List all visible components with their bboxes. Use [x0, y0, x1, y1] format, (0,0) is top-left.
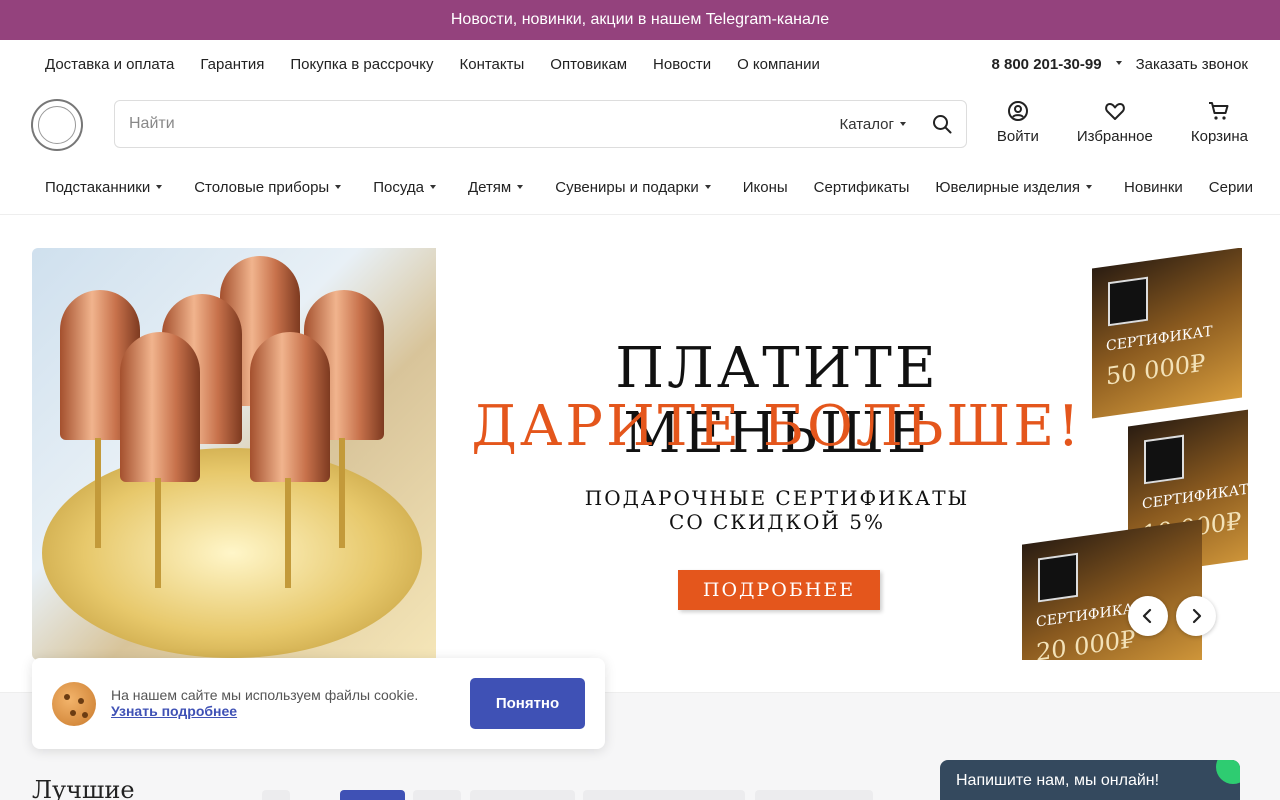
nav-label: Новинки — [1124, 178, 1183, 196]
stem-image — [339, 438, 345, 548]
nav-item-new[interactable]: Новинки — [1124, 179, 1183, 196]
banner-more-button[interactable]: ПОДРОБНЕЕ — [678, 570, 880, 610]
promo-banner[interactable]: ПЛАТИТЕ МЕНЬШЕ ДАРИТЕ БОЛЬШЕ! ПОДАРОЧНЫЕ… — [32, 248, 1248, 660]
login-label: Войти — [996, 128, 1039, 145]
link-contacts[interactable]: Контакты — [459, 56, 524, 73]
stem-image — [95, 438, 101, 548]
telegram-banner-link[interactable]: Новости, новинки, акции в нашем Telegram… — [0, 0, 1280, 40]
header-actions: Войти Избранное Корзина — [997, 100, 1248, 145]
info-links: Доставка и оплата Гарантия Покупка в рас… — [45, 56, 820, 73]
certificate-card: СЕРТИФИКАТ 50 000₽ — [1092, 248, 1242, 419]
section-tab[interactable] — [755, 790, 873, 800]
login-button[interactable]: Войти — [997, 100, 1039, 145]
telegram-banner-text: Новости, новинки, акции в нашем Telegram… — [450, 11, 830, 28]
contact-area: 8 800 201-30-99 Заказать звонок — [991, 56, 1248, 73]
chevron-down-icon — [517, 184, 524, 189]
cookie-notice: На нашем сайте мы используем файлы cooki… — [32, 658, 605, 749]
info-bar: Доставка и оплата Гарантия Покупка в рас… — [0, 40, 1280, 88]
certificate-amount: 20 000₽ — [1036, 624, 1136, 660]
section-tab[interactable] — [470, 790, 575, 800]
cookie-accept-button[interactable]: Понятно — [470, 678, 585, 729]
cart-label: Корзина — [1190, 128, 1248, 145]
section-tab[interactable] — [262, 790, 290, 800]
chevron-down-icon — [1086, 184, 1093, 189]
user-icon — [1007, 101, 1028, 121]
chevron-right-icon — [1192, 608, 1202, 624]
banner-subtitle-1: ПОДАРОЧНЫЕ СЕРТИФИКАТЫ — [584, 486, 970, 510]
nav-item-icons[interactable]: Иконы — [743, 179, 788, 196]
certificate-logo — [1038, 552, 1078, 603]
category-nav: Подстаканники Столовые приборы Посуда Де… — [0, 160, 1280, 215]
chevron-down-icon — [156, 184, 163, 189]
chevron-down-icon — [704, 184, 711, 189]
nav-item-series[interactable]: Серии — [1209, 179, 1253, 196]
cookie-learn-more-link[interactable]: Узнать подробнее — [111, 703, 237, 719]
nav-item-tea-holders[interactable]: Подстаканники — [45, 179, 168, 196]
favorites-label: Избранное — [1076, 128, 1153, 145]
heart-icon — [1104, 103, 1125, 120]
section-tab[interactable] — [413, 790, 461, 800]
nav-label: Детям — [467, 178, 512, 196]
nav-item-kids[interactable]: Детям — [468, 179, 529, 196]
section-tab-active[interactable] — [340, 790, 405, 800]
carousel-prev-button[interactable] — [1128, 596, 1168, 636]
certificate-card: СЕРТИФИКАТ 20 000₽ — [1022, 519, 1202, 660]
nav-label: Столовые приборы — [194, 178, 330, 196]
site-logo[interactable] — [31, 99, 83, 151]
nav-item-souvenirs[interactable]: Сувениры и подарки — [555, 179, 717, 196]
nav-item-tableware[interactable]: Посуда — [373, 179, 442, 196]
nav-label: Иконы — [742, 178, 788, 196]
nav-item-cutlery[interactable]: Столовые приборы — [194, 179, 347, 196]
certificate-amount: 50 000₽ — [1106, 348, 1206, 391]
nav-label: Посуда — [373, 178, 424, 196]
chat-text: Напишите нам, мы онлайн! — [956, 772, 1160, 789]
link-about[interactable]: О компании — [737, 56, 820, 73]
cookie-icon — [52, 682, 96, 726]
certificate-logo — [1108, 276, 1148, 327]
catalog-label: Каталог — [839, 115, 894, 133]
phone-dropdown-icon[interactable] — [1115, 61, 1122, 65]
search-bar: Каталог — [114, 100, 967, 148]
nav-label: Сувениры и подарки — [555, 178, 699, 196]
stem-image — [285, 478, 291, 588]
link-wholesale[interactable]: Оптовикам — [550, 56, 627, 73]
favorites-button[interactable]: Избранное — [1077, 100, 1153, 145]
link-delivery[interactable]: Доставка и оплата — [45, 56, 174, 73]
glass-image — [250, 332, 330, 482]
chevron-down-icon — [429, 184, 436, 189]
banner-photo — [32, 248, 436, 660]
carousel-next-button[interactable] — [1176, 596, 1216, 636]
nav-label: Ювелирные изделия — [935, 178, 1081, 196]
site-header: Каталог Войти Избранное Корзина — [0, 88, 1280, 160]
nav-item-jewelry[interactable]: Ювелирные изделия — [935, 179, 1098, 196]
cart-icon — [1209, 102, 1229, 120]
nav-label: Серии — [1208, 178, 1254, 196]
nav-item-certificates[interactable]: Сертификаты — [814, 179, 910, 196]
nav-label: Сертификаты — [813, 178, 910, 196]
stem-image — [155, 478, 161, 588]
cookie-text: На нашем сайте мы используем файлы cooki… — [111, 687, 419, 703]
section-tab[interactable] — [583, 790, 745, 800]
online-indicator-icon — [1216, 760, 1240, 784]
phone-number[interactable]: 8 800 201-30-99 — [991, 56, 1101, 73]
nav-label: Подстаканники — [45, 178, 151, 196]
chevron-down-icon — [335, 184, 342, 189]
link-warranty[interactable]: Гарантия — [200, 56, 264, 73]
link-news[interactable]: Новости — [653, 56, 711, 73]
banner-subtitle-2: СО СКИДКОЙ 5% — [669, 510, 885, 534]
certificate-logo — [1144, 434, 1184, 485]
link-installments[interactable]: Покупка в рассрочку — [290, 56, 433, 73]
banner-headline-2: ДАРИТЕ БОЛЬШЕ! — [471, 394, 1083, 459]
chevron-left-icon — [1142, 608, 1152, 624]
chevron-down-icon — [900, 121, 906, 126]
search-input[interactable] — [129, 115, 840, 133]
glass-image — [120, 332, 200, 482]
section-title: Лучшие — [32, 776, 135, 800]
catalog-dropdown[interactable]: Каталог — [839, 116, 912, 133]
cart-button[interactable]: Корзина — [1191, 100, 1248, 145]
callback-link[interactable]: Заказать звонок — [1136, 56, 1248, 73]
search-icon[interactable] — [932, 114, 952, 134]
chat-widget[interactable]: Напишите нам, мы онлайн! — [940, 760, 1240, 800]
